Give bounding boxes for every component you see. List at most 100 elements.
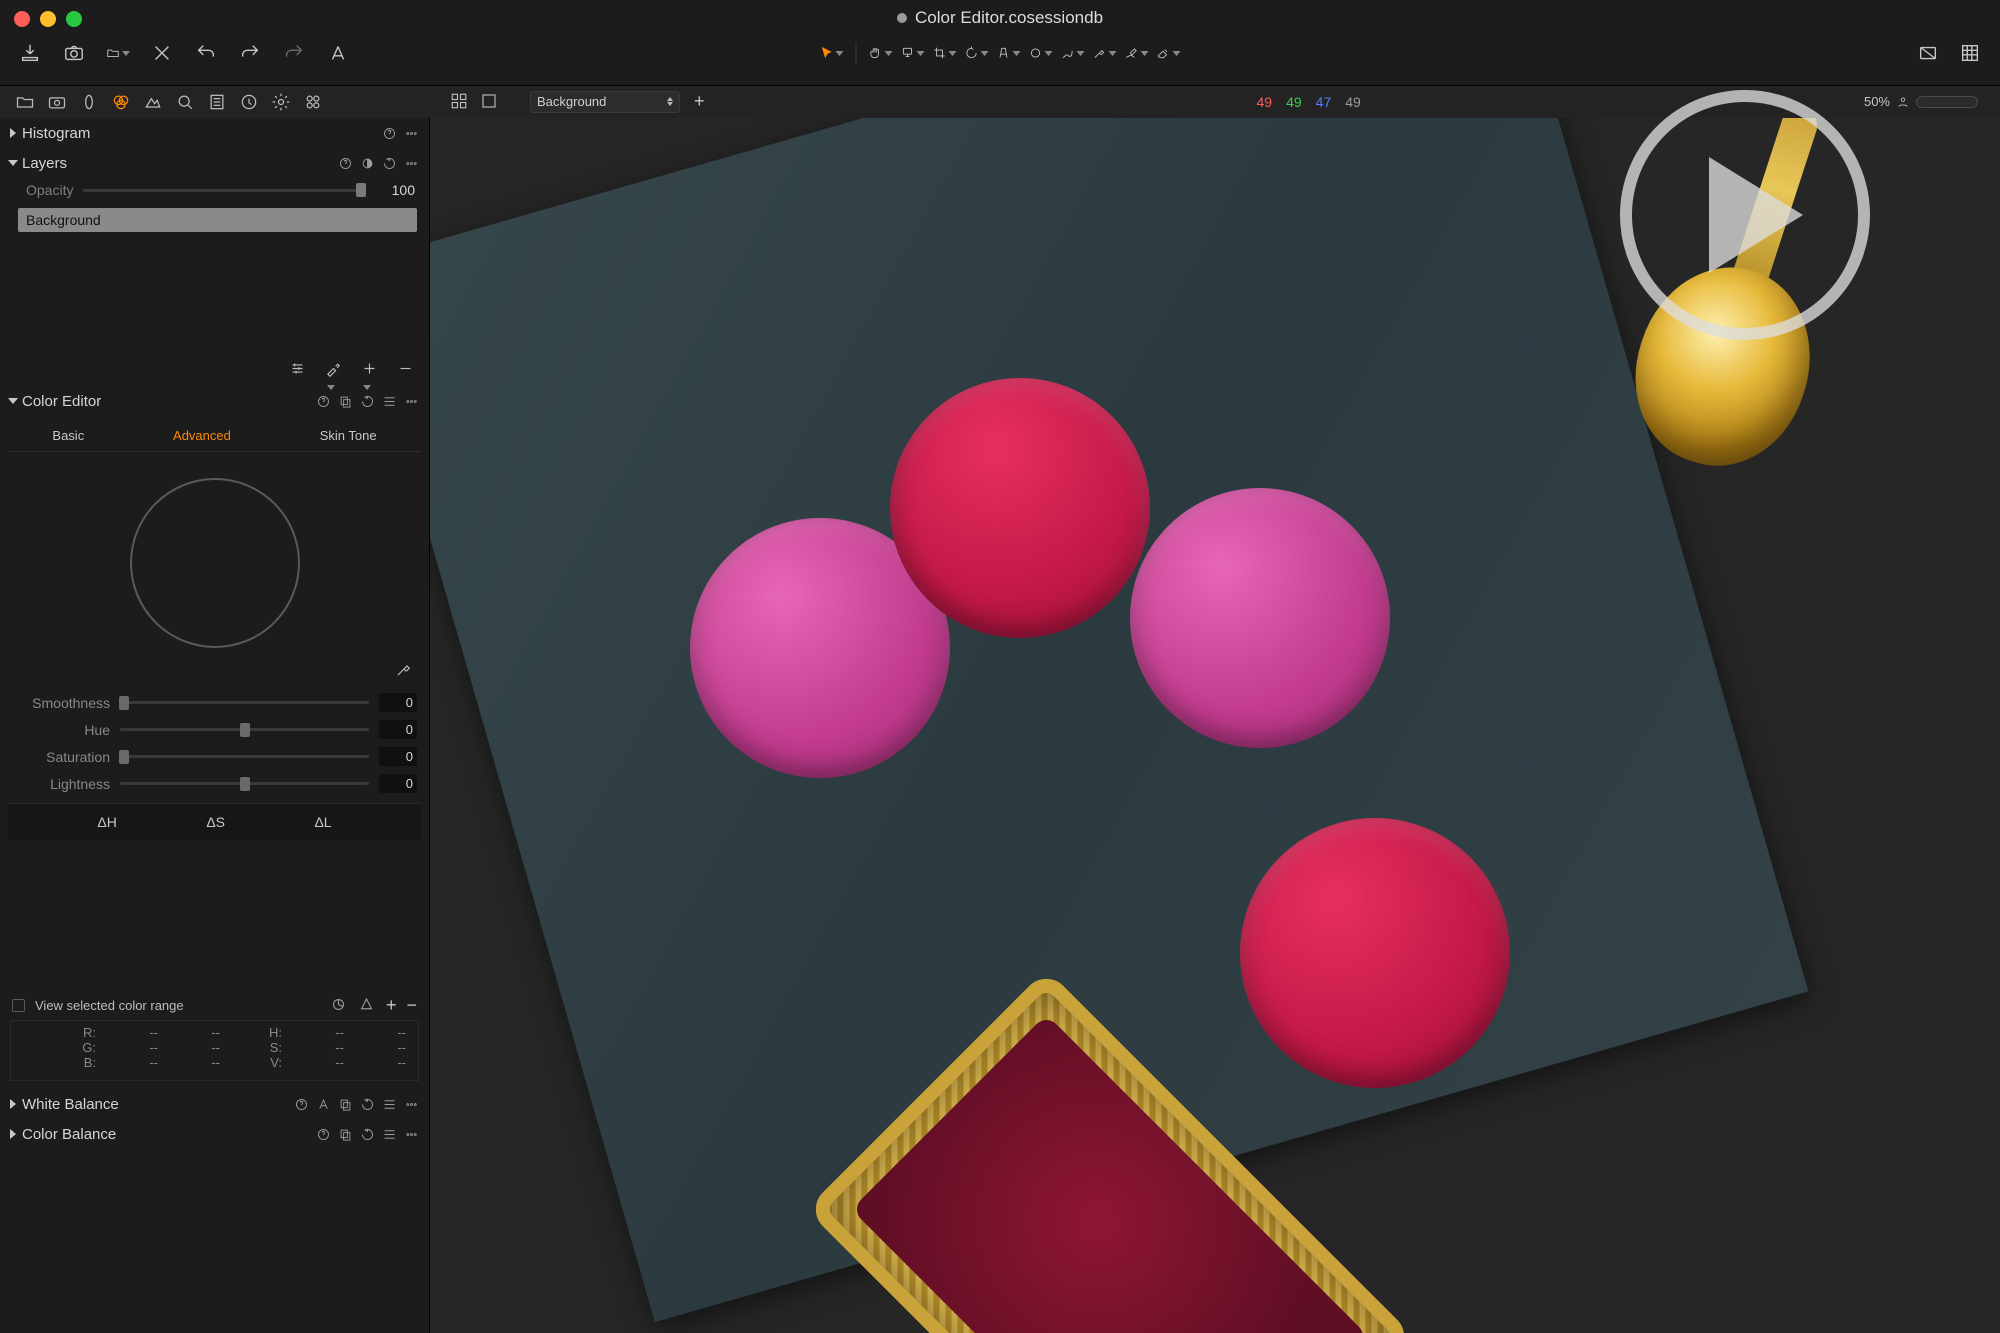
separator xyxy=(856,42,857,64)
redo-icon[interactable] xyxy=(238,41,262,65)
multi-view-icon[interactable] xyxy=(450,92,470,112)
brush-picker-icon[interactable] xyxy=(325,360,343,378)
help-icon[interactable] xyxy=(315,393,331,409)
reset-icon[interactable] xyxy=(359,1126,375,1142)
help-icon[interactable] xyxy=(381,125,397,141)
opacity-value[interactable]: 100 xyxy=(371,182,415,198)
exposure-meter[interactable] xyxy=(1916,96,1978,108)
remove-swatch-button[interactable]: − xyxy=(406,996,417,1014)
copy-icon[interactable] xyxy=(337,1126,353,1142)
layers-header[interactable]: Layers xyxy=(0,148,429,178)
auto-a-icon[interactable] xyxy=(315,1096,331,1112)
lightness-slider[interactable] xyxy=(120,782,369,785)
pie-preview-icon[interactable] xyxy=(330,996,348,1014)
loupe-zoom-icon[interactable] xyxy=(901,41,925,65)
exposure-tab-icon[interactable] xyxy=(142,91,164,113)
mask-brush-icon[interactable] xyxy=(1125,41,1149,65)
help-icon[interactable] xyxy=(337,155,353,171)
adjustments-tab-icon[interactable] xyxy=(206,91,228,113)
delta-h[interactable]: ΔH xyxy=(97,814,116,830)
more-icon[interactable] xyxy=(403,155,419,171)
copy-icon[interactable] xyxy=(337,393,353,409)
hand-pan-icon[interactable] xyxy=(869,41,893,65)
output-tab-icon[interactable] xyxy=(270,91,292,113)
view-range-checkbox[interactable] xyxy=(12,999,25,1012)
viewer-rgb-readout: 49 49 47 49 xyxy=(1257,94,1361,110)
reject-x-icon[interactable] xyxy=(150,41,174,65)
tab-basic[interactable]: Basic xyxy=(42,420,94,451)
window-zoom-button[interactable] xyxy=(66,11,82,27)
preset-icon[interactable] xyxy=(381,1096,397,1112)
remove-mask-icon[interactable] xyxy=(397,360,415,378)
help-icon[interactable] xyxy=(315,1126,331,1142)
delta-s[interactable]: ΔS xyxy=(206,814,225,830)
crop-icon[interactable] xyxy=(933,41,957,65)
more-icon[interactable] xyxy=(403,1126,419,1142)
single-view-icon[interactable] xyxy=(480,92,500,112)
cone-preview-icon[interactable] xyxy=(358,996,376,1014)
exposure-warning-icon[interactable] xyxy=(1916,41,1940,65)
lens-tab-icon[interactable] xyxy=(78,91,100,113)
eyedropper-icon[interactable] xyxy=(1093,41,1117,65)
hue-slider[interactable] xyxy=(120,728,369,731)
grid-overlay-icon[interactable] xyxy=(1958,41,1982,65)
tab-skin-tone[interactable]: Skin Tone xyxy=(310,420,387,451)
tab-advanced[interactable]: Advanced xyxy=(163,420,241,451)
details-tab-icon[interactable] xyxy=(174,91,196,113)
hue-label: Hue xyxy=(12,722,110,738)
keystone-icon[interactable] xyxy=(997,41,1021,65)
more-icon[interactable] xyxy=(403,393,419,409)
saturation-value[interactable]: 0 xyxy=(379,747,417,766)
add-mask-icon[interactable] xyxy=(361,360,379,378)
capture-tab-icon[interactable] xyxy=(46,91,68,113)
eyedropper-icon[interactable] xyxy=(395,660,413,681)
redo2-icon[interactable] xyxy=(282,41,306,65)
rotate-straighten-icon[interactable] xyxy=(965,41,989,65)
color-tab-icon[interactable] xyxy=(110,91,132,113)
window-minimize-button[interactable] xyxy=(40,11,56,27)
layer-dropdown[interactable]: Background xyxy=(530,91,680,113)
caret-right-icon xyxy=(10,1099,16,1109)
luma-mask-icon[interactable] xyxy=(359,155,375,171)
annotate-text-icon[interactable] xyxy=(326,41,350,65)
window-close-button[interactable] xyxy=(14,11,30,27)
cursor-select-icon[interactable] xyxy=(820,41,844,65)
import-icon[interactable] xyxy=(18,41,42,65)
layer-item-background[interactable]: Background xyxy=(18,208,417,232)
help-icon[interactable] xyxy=(293,1096,309,1112)
smoothness-value[interactable]: 0 xyxy=(379,693,417,712)
folder-icon[interactable] xyxy=(106,41,130,65)
preset-icon[interactable] xyxy=(381,1126,397,1142)
smoothness-slider[interactable] xyxy=(120,701,369,704)
opacity-slider[interactable] xyxy=(83,189,361,192)
color-balance-header[interactable]: Color Balance xyxy=(0,1119,429,1149)
play-button[interactable] xyxy=(1620,90,1870,340)
more-icon[interactable] xyxy=(403,125,419,141)
add-swatch-button[interactable]: + xyxy=(386,996,397,1014)
undo-icon[interactable] xyxy=(194,41,218,65)
capture-icon[interactable] xyxy=(62,41,86,65)
saturation-slider[interactable] xyxy=(120,755,369,758)
reset-icon[interactable] xyxy=(359,393,375,409)
sliders-icon[interactable] xyxy=(289,360,307,378)
caret-down-icon xyxy=(8,160,18,166)
white-balance-header[interactable]: White Balance xyxy=(0,1089,429,1119)
window-title: Color Editor.cosessiondb xyxy=(897,8,1103,28)
library-tab-icon[interactable] xyxy=(14,91,36,113)
batch-tab-icon[interactable] xyxy=(302,91,324,113)
more-icon[interactable] xyxy=(403,1096,419,1112)
brush-draw-icon[interactable] xyxy=(1061,41,1085,65)
color-wheel[interactable] xyxy=(130,478,300,648)
spot-shape-icon[interactable] xyxy=(1029,41,1053,65)
preset-icon[interactable] xyxy=(381,393,397,409)
delta-l[interactable]: ΔL xyxy=(314,814,331,830)
hue-value[interactable]: 0 xyxy=(379,720,417,739)
metadata-tab-icon[interactable] xyxy=(238,91,260,113)
reset-icon[interactable] xyxy=(359,1096,375,1112)
add-layer-button[interactable]: + xyxy=(694,91,705,112)
histogram-header[interactable]: Histogram xyxy=(0,118,429,148)
reset-icon[interactable] xyxy=(381,155,397,171)
copy-icon[interactable] xyxy=(337,1096,353,1112)
eraser-icon[interactable] xyxy=(1157,41,1181,65)
lightness-value[interactable]: 0 xyxy=(379,774,417,793)
